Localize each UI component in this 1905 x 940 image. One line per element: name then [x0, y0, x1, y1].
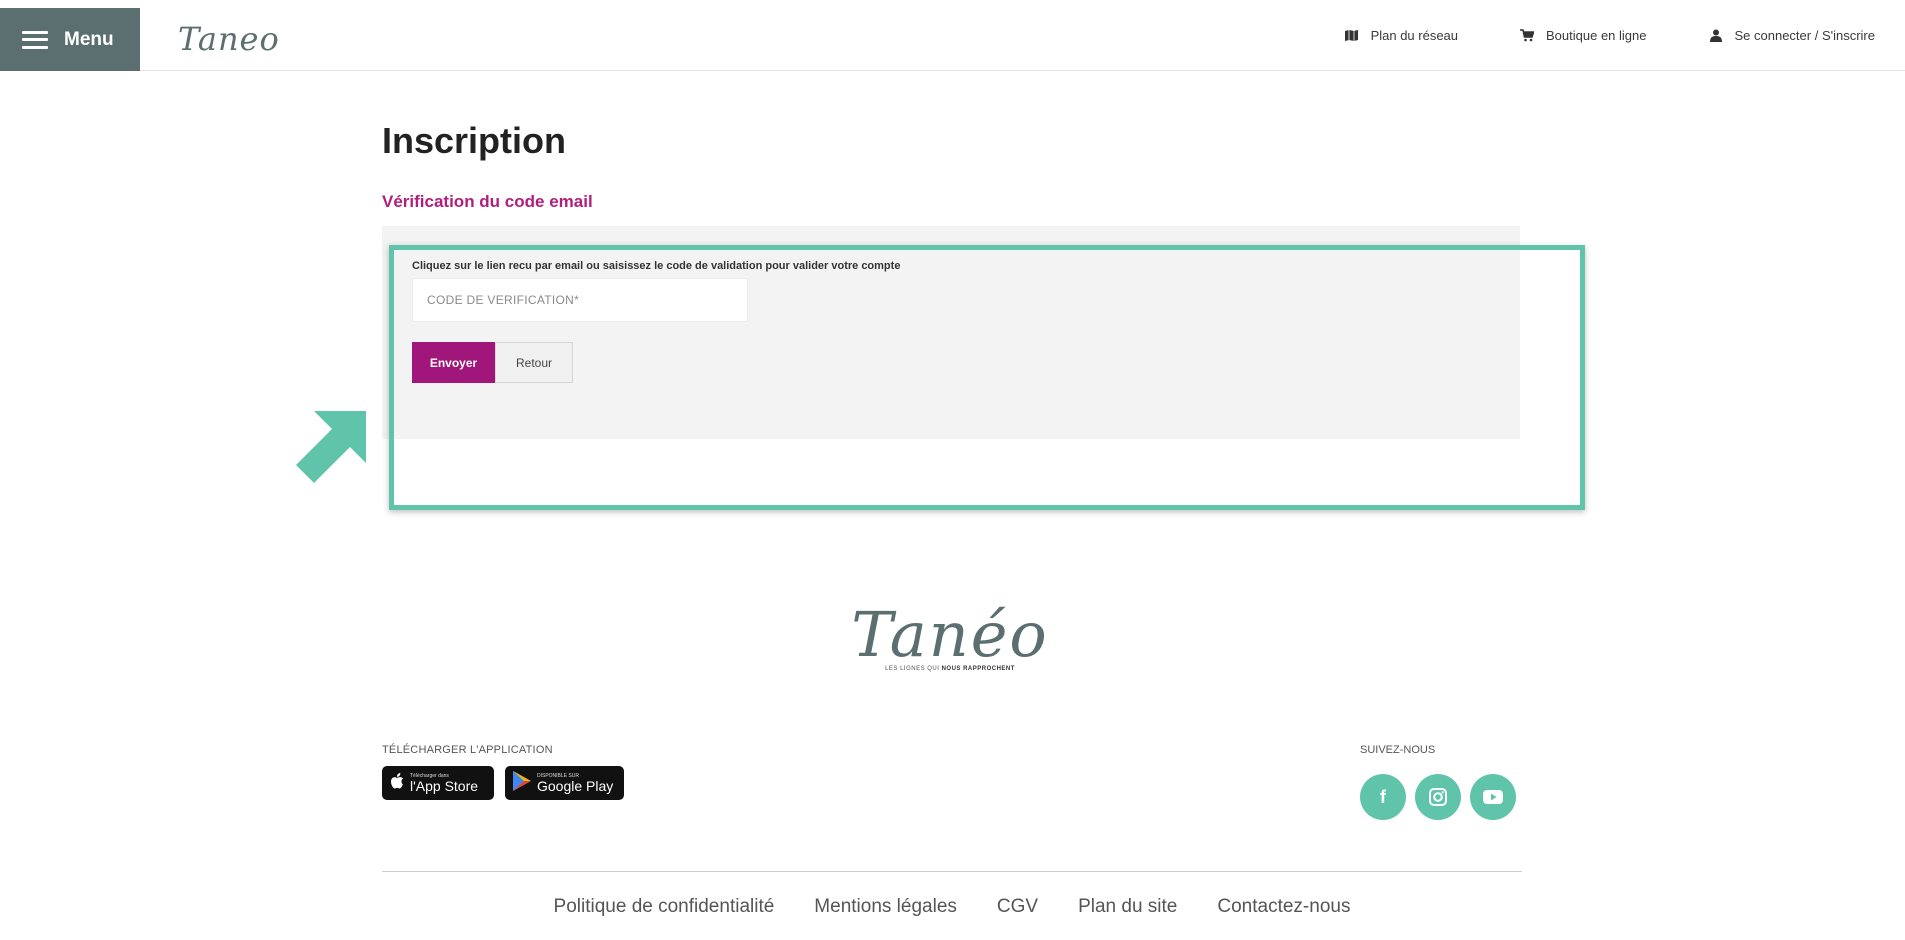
- site-header: Menu Taneo Plan du réseau Boutique en li…: [0, 0, 1905, 71]
- form-instruction: Cliquez sur le lien recu par email ou sa…: [412, 260, 901, 272]
- googleplay-badge[interactable]: DISPONIBLE SUR Google Play: [505, 766, 624, 800]
- send-button[interactable]: Envoyer: [412, 342, 495, 383]
- footer-links: Politique de confidentialité Mentions lé…: [382, 896, 1522, 918]
- nav-shop-label: Boutique en ligne: [1546, 28, 1647, 43]
- social-buttons: f: [1360, 774, 1516, 820]
- apple-icon: [390, 772, 404, 794]
- page-title: Inscription: [382, 120, 567, 161]
- nav-login-link[interactable]: Se connecter / S'inscrire: [1709, 28, 1876, 43]
- footer-tagline-prefix: LES LIGNES QUI: [885, 666, 940, 672]
- verification-form: Cliquez sur le lien recu par email ou sa…: [382, 226, 1520, 439]
- facebook-icon: f: [1380, 786, 1386, 807]
- youtube-icon: [1483, 790, 1503, 804]
- googleplay-name: Google Play: [537, 777, 614, 794]
- pointer-arrow-icon: [296, 411, 366, 483]
- facebook-button[interactable]: f: [1360, 774, 1406, 820]
- menu-label: Menu: [64, 28, 114, 50]
- download-title: TÉLÉCHARGER L'APPLICATION: [382, 744, 553, 756]
- user-icon: [1709, 29, 1723, 43]
- nav-login-label: Se connecter / S'inscrire: [1734, 28, 1876, 43]
- menu-button[interactable]: Menu: [0, 8, 140, 71]
- instagram-button[interactable]: [1415, 774, 1461, 820]
- footer-link-contact[interactable]: Contactez-nous: [1217, 896, 1350, 918]
- nav-plan-label: Plan du réseau: [1370, 28, 1459, 43]
- footer-tagline-bold: NOUS RAPPROCHENT: [941, 666, 1015, 672]
- instagram-icon: [1429, 788, 1447, 806]
- footer-link-legal[interactable]: Mentions légales: [814, 896, 957, 918]
- map-icon: [1345, 29, 1359, 43]
- main-content: Inscription Vérification du code email C…: [382, 120, 1522, 439]
- appstore-name: l'App Store: [410, 777, 479, 794]
- footer-link-cgv[interactable]: CGV: [997, 896, 1038, 918]
- play-store-icon: [513, 770, 531, 796]
- appstore-badge[interactable]: Télécharger dans l'App Store: [382, 766, 494, 800]
- store-badges: Télécharger dans l'App Store DISPONIBLE S…: [382, 766, 624, 800]
- nav-plan-link[interactable]: Plan du réseau: [1345, 28, 1458, 43]
- footer-logo-text: Tanéo: [851, 598, 1049, 671]
- verification-code-input[interactable]: [412, 278, 748, 322]
- social-section: SUIVEZ-NOUS f: [1360, 744, 1516, 820]
- social-title: SUIVEZ-NOUS: [1360, 744, 1436, 756]
- page-subtitle: Vérification du code email: [382, 192, 593, 211]
- hamburger-icon: [22, 30, 48, 49]
- footer-link-sitemap[interactable]: Plan du site: [1078, 896, 1177, 918]
- youtube-button[interactable]: [1470, 774, 1516, 820]
- form-buttons: Envoyer Retour: [412, 342, 1490, 383]
- header-logo[interactable]: Taneo: [178, 20, 280, 58]
- download-app-section: TÉLÉCHARGER L'APPLICATION Télécharger da…: [382, 744, 624, 800]
- header-nav: Plan du réseau Boutique en ligne Se conn…: [1345, 28, 1875, 43]
- footer-link-privacy[interactable]: Politique de confidentialité: [554, 896, 775, 918]
- footer-logo: Tanéo LES LIGNES QUI NOUS RAPPROCHENT: [840, 600, 1060, 690]
- cart-icon: [1520, 29, 1535, 43]
- back-button[interactable]: Retour: [495, 342, 573, 383]
- footer-divider: [382, 871, 1522, 872]
- nav-shop-link[interactable]: Boutique en ligne: [1520, 28, 1647, 43]
